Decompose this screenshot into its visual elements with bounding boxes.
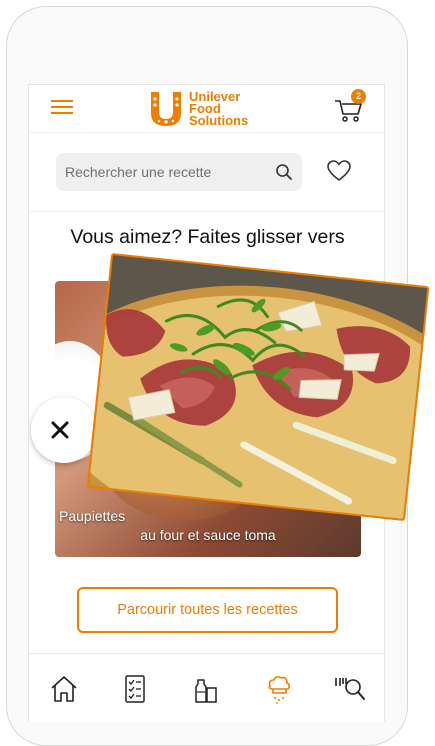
browse-all-recipes-button[interactable]: Parcourir toutes les recettes <box>77 587 338 633</box>
bottom-nav <box>29 653 384 722</box>
caption-line2: au four et sauce toma <box>140 527 276 543</box>
divider <box>29 211 384 212</box>
search-icon[interactable] <box>275 163 293 181</box>
search-placeholder: Rechercher une recette <box>65 164 212 180</box>
close-icon <box>51 421 69 439</box>
chef-icon[interactable] <box>262 672 296 706</box>
unilever-logo-icon <box>151 92 181 126</box>
checklist-icon[interactable] <box>118 672 152 706</box>
search-input[interactable]: Rechercher une recette <box>56 153 302 191</box>
logo[interactable]: Unilever Food Solutions <box>147 89 257 129</box>
menu-icon[interactable] <box>51 97 73 117</box>
dislike-button[interactable] <box>31 397 97 463</box>
logo-text-line3: Solutions <box>189 113 249 128</box>
recipe-image-flammkuchen <box>88 255 430 522</box>
products-icon[interactable] <box>189 672 223 706</box>
recipe-card-front[interactable] <box>86 252 430 522</box>
favorites-heart-icon[interactable] <box>326 159 352 183</box>
swipe-title: Vous aimez? Faites glisser vers <box>70 226 345 248</box>
cart-count-badge: 2 <box>351 89 366 104</box>
recipe-card-back-caption: Paupiettes au four et sauce toma <box>55 507 361 545</box>
search-barcode-icon[interactable] <box>333 672 367 706</box>
home-icon[interactable] <box>47 672 81 706</box>
header: Unilever Food Solutions 2 <box>29 85 384 133</box>
